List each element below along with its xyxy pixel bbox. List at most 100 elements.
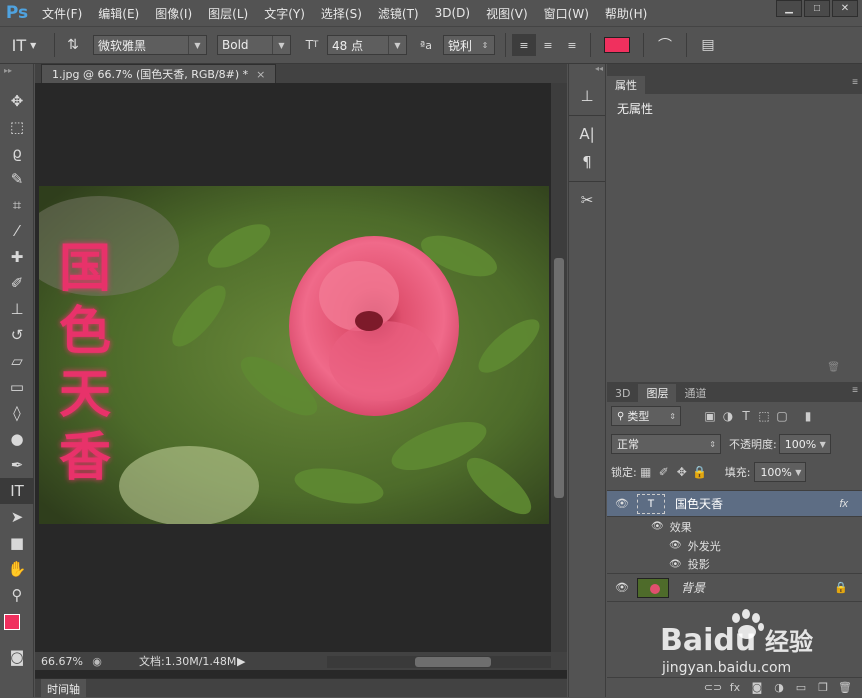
- layer-name[interactable]: 国色天香: [675, 495, 723, 512]
- foreground-color[interactable]: [4, 614, 20, 630]
- photo-canvas[interactable]: 国 色 天 香: [39, 186, 549, 524]
- new-adjustment-icon[interactable]: ◑: [768, 679, 790, 697]
- properties-trash-icon[interactable]: 🗑: [607, 362, 862, 376]
- zoom-level[interactable]: 66.67%: [35, 655, 87, 668]
- type-tool-preset-icon[interactable]: IT ▼: [0, 34, 48, 56]
- text-color-button[interactable]: [597, 37, 637, 53]
- vertical-scroll-thumb[interactable]: [554, 258, 564, 498]
- path-selection-tool-icon[interactable]: ➤: [0, 504, 34, 530]
- character-panel-toggle-icon[interactable]: ▤: [693, 34, 723, 56]
- effect-outer-glow-row[interactable]: 👁 外发光: [607, 536, 862, 555]
- panel-menu-icon[interactable]: ≡: [852, 77, 858, 88]
- menu-help[interactable]: 帮助(H): [597, 5, 655, 22]
- hand-tool-icon[interactable]: ✋: [0, 556, 34, 582]
- layer-name[interactable]: 背景: [681, 579, 705, 596]
- fx-badge[interactable]: fx: [839, 498, 848, 510]
- filter-adjustment-icon[interactable]: ◑: [719, 407, 737, 425]
- menu-edit[interactable]: 编辑(E): [90, 5, 147, 22]
- menu-view[interactable]: 视图(V): [478, 5, 536, 22]
- tab-properties[interactable]: 属性: [607, 76, 645, 94]
- add-mask-icon[interactable]: ◙: [746, 679, 768, 697]
- quick-selection-tool-icon[interactable]: ✎: [0, 166, 34, 192]
- color-swatches[interactable]: [0, 608, 33, 644]
- add-style-icon[interactable]: fx: [724, 679, 746, 697]
- lock-all-icon[interactable]: 🔒: [691, 463, 709, 481]
- gradient-tool-icon[interactable]: ▭: [0, 374, 34, 400]
- tab-layers[interactable]: 图层: [638, 384, 677, 402]
- brush-tool-icon[interactable]: ✐: [0, 270, 34, 296]
- tab-3d[interactable]: 3D: [607, 384, 638, 402]
- link-layers-icon[interactable]: ⊂⊃: [702, 679, 724, 697]
- delete-layer-icon[interactable]: 🗑: [834, 679, 856, 697]
- play-arrow-icon[interactable]: ▶: [237, 655, 251, 668]
- healing-brush-tool-icon[interactable]: ✚: [0, 244, 34, 270]
- align-right-icon[interactable]: ≡: [560, 34, 584, 56]
- eraser-tool-icon[interactable]: ▱: [0, 348, 34, 374]
- lock-position-icon[interactable]: ✥: [673, 463, 691, 481]
- lasso-tool-icon[interactable]: ϱ: [0, 140, 34, 166]
- crop-tool-icon[interactable]: ⌗: [0, 192, 34, 218]
- layer-filter-select[interactable]: ⚲ 类型 ⇕: [611, 406, 681, 426]
- font-size-input[interactable]: 48 点 ▼: [327, 35, 407, 55]
- font-style-select[interactable]: Bold ▼: [217, 35, 291, 55]
- filter-shape-icon[interactable]: ⬚: [755, 407, 773, 425]
- timeline-tab[interactable]: 时间轴: [41, 679, 86, 698]
- paragraph-panel-icon[interactable]: ¶: [569, 148, 605, 176]
- visibility-eye-icon[interactable]: 👁: [651, 521, 664, 532]
- close-button[interactable]: ✕: [832, 0, 858, 17]
- menu-select[interactable]: 选择(S): [313, 5, 370, 22]
- close-icon[interactable]: ×: [256, 68, 265, 81]
- horizontal-scroll-thumb[interactable]: [415, 657, 491, 667]
- menu-filter[interactable]: 滤镜(T): [370, 5, 427, 22]
- toolbox-collapse-icon[interactable]: ▸▸: [0, 64, 33, 88]
- new-group-icon[interactable]: ▭: [790, 679, 812, 697]
- column-collapse-icon[interactable]: ◂◂: [569, 64, 605, 82]
- menu-file[interactable]: 文件(F): [34, 5, 90, 22]
- visibility-eye-icon[interactable]: 👁: [669, 540, 682, 551]
- menu-layer[interactable]: 图层(L): [200, 5, 256, 22]
- effect-drop-shadow-row[interactable]: 👁 投影: [607, 555, 862, 574]
- align-left-icon[interactable]: ≡: [512, 34, 536, 56]
- layer-background[interactable]: 👁 背景 🔒: [607, 574, 862, 602]
- filter-smart-object-icon[interactable]: ▢: [773, 407, 791, 425]
- vertical-scrollbar[interactable]: [551, 83, 567, 652]
- tab-channels[interactable]: 通道: [676, 384, 714, 402]
- menu-3d[interactable]: 3D(D): [427, 6, 478, 20]
- clone-stamp-tool-icon[interactable]: ⊥: [0, 296, 34, 322]
- type-tool-icon[interactable]: IT: [0, 478, 34, 504]
- visibility-eye-icon[interactable]: 👁: [607, 581, 637, 594]
- font-family-select[interactable]: 微软雅黑 ▼: [93, 35, 207, 55]
- tool-presets-icon[interactable]: ✂: [569, 186, 605, 214]
- blur-tool-icon[interactable]: ◊: [0, 400, 34, 426]
- layer-text[interactable]: 👁 T 国色天香 fx: [607, 491, 862, 517]
- opacity-input[interactable]: 100% ▼: [778, 434, 831, 454]
- document-tab[interactable]: 1.jpg @ 66.7% (国色天香, RGB/8#) * ×: [41, 64, 277, 83]
- marquee-tool-icon[interactable]: ⬚: [0, 114, 34, 140]
- toggle-text-orientation-icon[interactable]: ⇅: [61, 34, 85, 56]
- visibility-eye-icon[interactable]: 👁: [607, 497, 637, 510]
- warp-text-icon[interactable]: ⌒: [650, 34, 680, 56]
- antialias-select[interactable]: 锐利 ⇕: [443, 35, 495, 55]
- filter-pixel-icon[interactable]: ▣: [701, 407, 719, 425]
- new-layer-icon[interactable]: ❐: [812, 679, 834, 697]
- zoom-tool-icon[interactable]: ⚲: [0, 582, 34, 608]
- pen-tool-icon[interactable]: ✒: [0, 452, 34, 478]
- lock-pixels-icon[interactable]: ✐: [655, 463, 673, 481]
- menu-window[interactable]: 窗口(W): [536, 5, 597, 22]
- dodge-tool-icon[interactable]: ●: [0, 426, 34, 452]
- minimize-button[interactable]: ▁: [776, 0, 802, 17]
- lock-transparency-icon[interactable]: ▦: [637, 463, 655, 481]
- rectangle-tool-icon[interactable]: ■: [0, 530, 34, 556]
- move-tool-icon[interactable]: ✥: [0, 88, 34, 114]
- menu-type[interactable]: 文字(Y): [256, 5, 313, 22]
- effects-group-row[interactable]: 👁 效果: [607, 517, 862, 536]
- blend-mode-select[interactable]: 正常 ⇕: [611, 434, 721, 454]
- canvas-area[interactable]: 国 色 天 香: [35, 83, 551, 652]
- menu-image[interactable]: 图像(I): [147, 5, 200, 22]
- history-brush-tool-icon[interactable]: ↺: [0, 322, 34, 348]
- quick-mask-icon[interactable]: ◙: [0, 644, 34, 670]
- character-panel-icon[interactable]: A|: [569, 120, 605, 148]
- history-panel-icon[interactable]: ⊥: [569, 82, 605, 110]
- horizontal-scrollbar[interactable]: [327, 656, 551, 668]
- fill-input[interactable]: 100% ▼: [754, 462, 807, 482]
